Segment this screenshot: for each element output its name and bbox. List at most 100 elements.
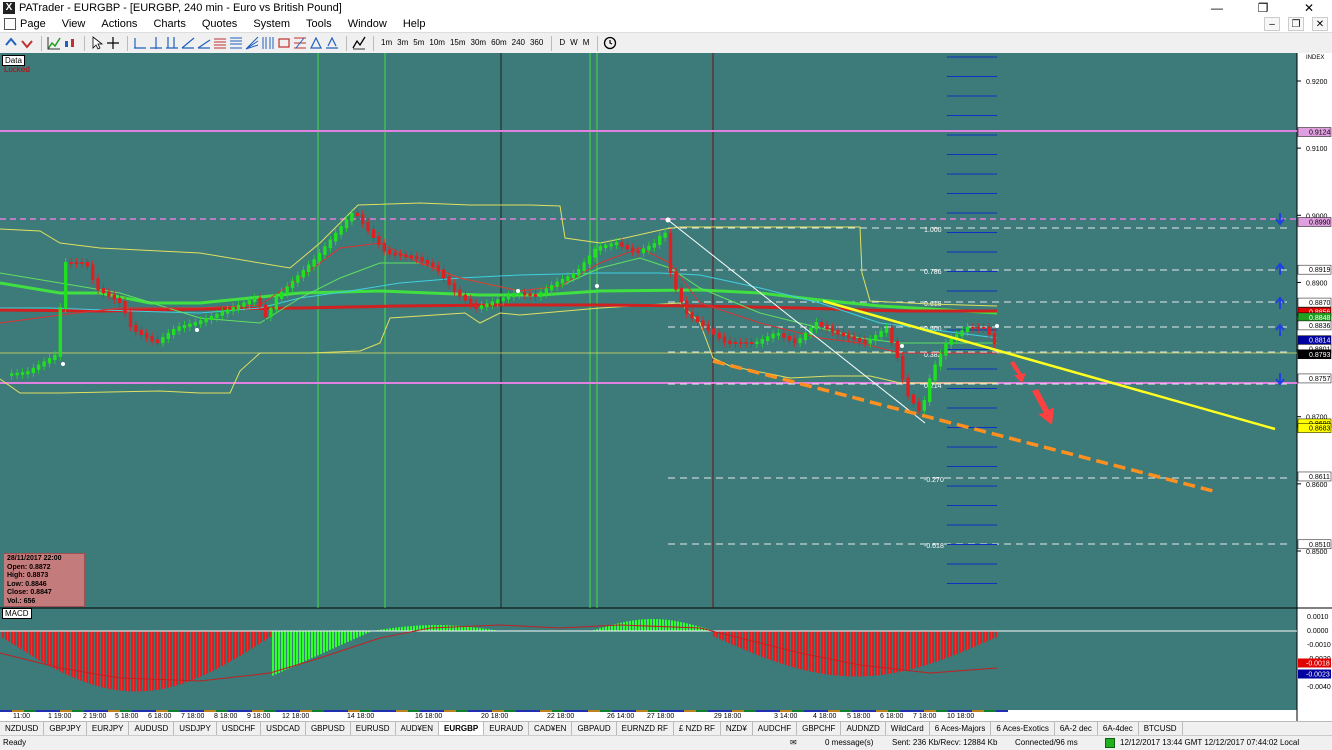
macd-bar <box>920 631 922 667</box>
timeframe-240[interactable]: 240 <box>510 36 527 50</box>
symbol-tab[interactable]: EURJPY <box>87 722 130 735</box>
candle-body <box>215 313 219 318</box>
mdi-minimize-button[interactable]: – <box>1264 17 1280 31</box>
horizontal-line-icon[interactable] <box>133 36 147 50</box>
period-daily[interactable]: D <box>557 36 567 50</box>
rectangle-icon[interactable] <box>277 36 291 50</box>
timeframe-10m[interactable]: 10m <box>427 36 447 50</box>
minimize-button[interactable]: — <box>1194 0 1240 16</box>
symbol-tab[interactable]: EURGBP <box>438 722 485 735</box>
period-weekly[interactable]: W <box>568 36 580 50</box>
menu-charts[interactable]: Charts <box>145 16 193 33</box>
crosshair-icon[interactable] <box>106 36 120 50</box>
symbol-tab[interactable]: USDCAD <box>261 722 306 735</box>
symbol-tab[interactable]: CAD¥EN <box>529 722 573 735</box>
symbol-tab[interactable]: USDJPY <box>174 722 217 735</box>
chart-icon[interactable] <box>47 36 61 50</box>
timeframe-1m[interactable]: 1m <box>379 36 394 50</box>
fib-fan-icon[interactable] <box>245 36 259 50</box>
symbol-tab[interactable]: £ NZD RF <box>674 722 721 735</box>
symbol-tab[interactable]: 6 Aces-Majors <box>930 722 992 735</box>
symbol-tab[interactable]: GBPJPY <box>44 722 87 735</box>
candle-body <box>334 232 338 242</box>
candle-body <box>85 262 89 267</box>
symbol-tab[interactable]: GBPUSD <box>306 722 351 735</box>
trendline-icon[interactable] <box>181 36 195 50</box>
symbol-tab[interactable]: AUDCHF <box>753 722 798 735</box>
indicator-icon[interactable] <box>352 36 366 50</box>
mdi-close-button[interactable]: ✕ <box>1312 17 1328 31</box>
symbol-tab[interactable]: AUDUSD <box>129 722 175 735</box>
menu-window[interactable]: Window <box>340 16 395 33</box>
symbol-tab[interactable]: AUDNZD <box>841 722 886 735</box>
fib-retracement-icon[interactable] <box>293 36 307 50</box>
close-button[interactable]: ✕ <box>1286 0 1332 16</box>
ray-icon[interactable] <box>197 36 211 50</box>
symbol-tab[interactable]: BTCUSD <box>1139 722 1183 735</box>
timeframe-3m[interactable]: 3m <box>395 36 410 50</box>
chart-area[interactable]: 1.000 0.786 0.618 0.500 0.382 0.214 -0.270 -0.6… <box>0 53 1332 721</box>
fib-extension-icon[interactable] <box>229 36 243 50</box>
symbol-tab[interactable]: 6 Aces-Exotics <box>991 722 1055 735</box>
symbol-tab[interactable]: NZD¥ <box>721 722 753 735</box>
menu-tools[interactable]: Tools <box>298 16 340 33</box>
symbol-tab[interactable]: EURAUD <box>484 722 529 735</box>
chart-type-icon[interactable] <box>63 36 77 50</box>
disconnect-icon[interactable] <box>20 36 34 50</box>
channel-icon[interactable] <box>165 36 179 50</box>
symbol-tab[interactable]: NZDUSD <box>0 722 45 735</box>
pointer-icon[interactable] <box>90 36 104 50</box>
macd-bar <box>968 631 970 650</box>
period-monthly[interactable]: M <box>581 36 592 50</box>
symbol-tab[interactable]: AUD¥EN <box>396 722 439 735</box>
session-strip <box>912 710 924 712</box>
session-strip <box>792 710 804 712</box>
triangle-icon[interactable] <box>309 36 323 50</box>
price-tick-label: 0.8900 <box>1306 280 1328 287</box>
candle-body <box>209 315 214 321</box>
candle-body <box>760 339 764 344</box>
price-chart[interactable]: 1.0000.7860.6180.5000.3820.214-0.270-0.6… <box>0 53 1332 721</box>
symbol-tab[interactable]: 6A-2 dec <box>1055 722 1098 735</box>
vertical-line-icon[interactable] <box>149 36 163 50</box>
menu-actions[interactable]: Actions <box>93 16 145 33</box>
macd-bar <box>797 631 799 669</box>
symbol-tab[interactable]: EURNZD RF <box>617 722 674 735</box>
messages-icon[interactable]: ✉ <box>790 738 797 747</box>
symbol-tab[interactable]: GBPAUD <box>572 722 617 735</box>
fibonacci-icon[interactable] <box>213 36 227 50</box>
timeframe-30m[interactable]: 30m <box>469 36 489 50</box>
macd-bar <box>32 631 34 657</box>
macd-bar <box>158 631 160 690</box>
page-icon[interactable] <box>4 18 16 30</box>
connect-icon[interactable] <box>4 36 18 50</box>
macd-bar <box>668 620 670 632</box>
timeframe-15m[interactable]: 15m <box>448 36 468 50</box>
menu-page[interactable]: Page <box>16 16 54 33</box>
fib-time-icon[interactable] <box>261 36 275 50</box>
mdi-restore-button[interactable]: ❐ <box>1288 17 1304 31</box>
text-tool-icon[interactable] <box>325 36 339 50</box>
symbol-tab[interactable]: EURUSD <box>351 722 396 735</box>
restore-button[interactable]: ❐ <box>1240 0 1286 16</box>
macd-bar <box>83 631 85 682</box>
timeframe-360[interactable]: 360 <box>528 36 545 50</box>
candle-body <box>404 254 408 258</box>
menu-view[interactable]: View <box>54 16 94 33</box>
timeframe-5m[interactable]: 5m <box>411 36 426 50</box>
macd-bar <box>857 631 859 677</box>
menu-quotes[interactable]: Quotes <box>194 16 245 33</box>
candle-body <box>863 339 867 344</box>
symbol-tab[interactable]: 6A-4dec <box>1098 722 1139 735</box>
menu-system[interactable]: System <box>245 16 298 33</box>
macd-bar <box>194 631 196 680</box>
symbol-tab[interactable]: GBPCHF <box>797 722 842 735</box>
symbol-tab[interactable]: WildCard <box>886 722 930 735</box>
symbol-tab[interactable]: USDCHF <box>217 722 262 735</box>
pivot-dot <box>195 328 199 332</box>
menu-help[interactable]: Help <box>395 16 434 33</box>
clock-icon[interactable] <box>603 36 617 50</box>
timeframe-60m[interactable]: 60m <box>489 36 509 50</box>
macd-bar <box>812 631 814 673</box>
status-messages[interactable]: 0 message(s) <box>825 738 873 747</box>
